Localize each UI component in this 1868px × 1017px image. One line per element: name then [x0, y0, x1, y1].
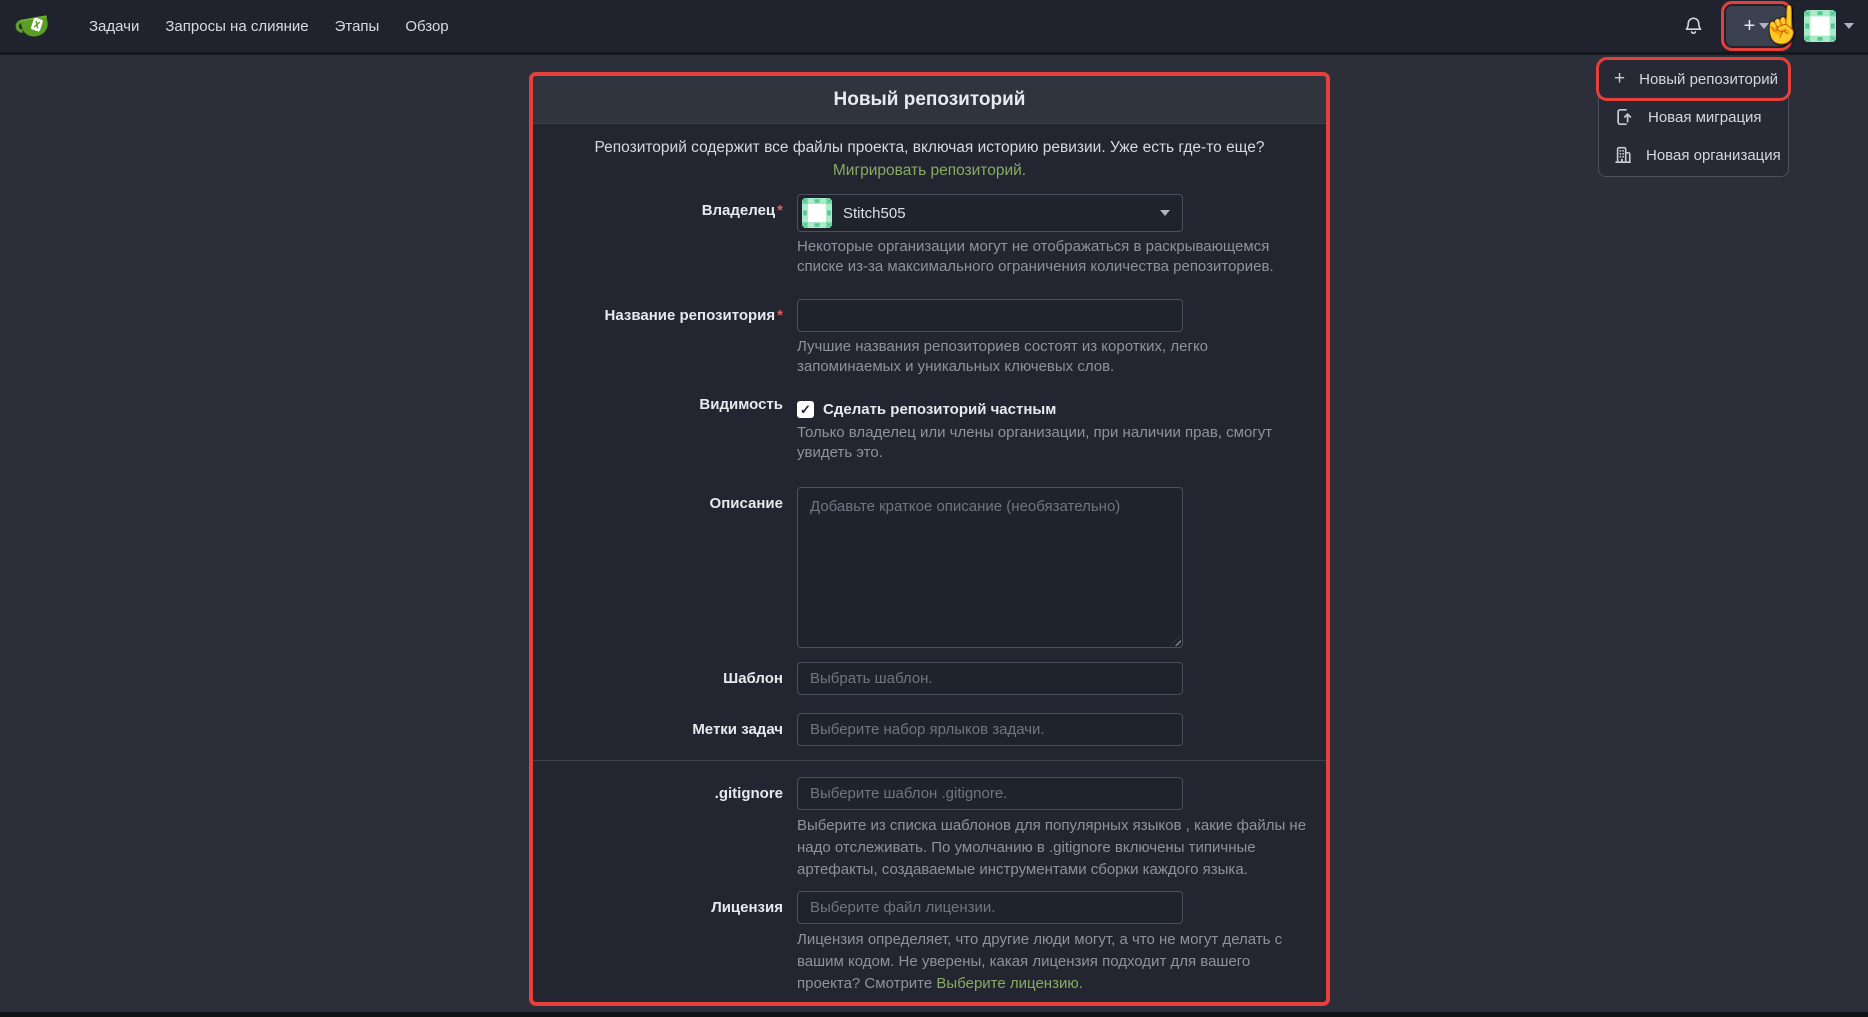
gitignore-field: Выберите из списка шаблонов для популярн… — [797, 777, 1312, 881]
choose-license-link[interactable]: Выберите лицензию. — [936, 975, 1082, 992]
menu-item-label: Новая миграция — [1648, 109, 1762, 126]
owner-label-text: Владелец — [702, 202, 775, 219]
plus-icon: + — [1614, 68, 1625, 90]
description-field — [797, 487, 1312, 648]
menu-item-new-repository[interactable]: + Новый репозиторий — [1599, 60, 1788, 98]
panel-title: Новый репозиторий — [533, 76, 1326, 124]
repo-name-input[interactable] — [797, 299, 1183, 332]
repo-name-label: Название репозитория* — [533, 299, 797, 377]
viewport-bottom-strip — [0, 1012, 1868, 1017]
plus-icon: + — [1744, 15, 1756, 38]
repo-name-row: Название репозитория* Лучшие названия ре… — [533, 299, 1326, 377]
migrate-repository-link[interactable]: Мигрировать репозиторий. — [833, 162, 1026, 179]
nav-link-milestones[interactable]: Этапы — [322, 18, 393, 35]
visibility-label: Видимость — [533, 395, 797, 463]
required-asterisk: * — [777, 307, 783, 324]
intro-text: Репозиторий содержит все файлы проекта, … — [568, 136, 1292, 182]
template-input[interactable] — [797, 662, 1183, 695]
nav-link-explore[interactable]: Обзор — [392, 18, 461, 35]
template-label: Шаблон — [533, 662, 797, 695]
owner-select[interactable]: Stitch505 — [797, 194, 1183, 232]
gitea-screen: Задачи Запросы на слияние Этапы Обзор + — [0, 0, 1868, 1017]
private-checkbox-line: ✓ Сделать репозиторий частным — [797, 401, 1312, 418]
owner-field: Stitch505 Некоторые организации могут не… — [797, 194, 1312, 277]
repo-name-help-text: Лучшие названия репозиториев состоят из … — [797, 337, 1307, 377]
chevron-down-icon — [1759, 23, 1769, 29]
user-avatar — [1804, 10, 1836, 42]
panel-body: Репозиторий содержит все файлы проекта, … — [533, 124, 1326, 995]
visibility-field: ✓ Сделать репозиторий частным Только вла… — [797, 395, 1312, 463]
menu-item-new-organization[interactable]: Новая организация — [1599, 136, 1788, 174]
visibility-row: Видимость ✓ Сделать репозиторий частным … — [533, 395, 1326, 463]
license-label: Лицензия — [533, 891, 797, 995]
user-avatar-menu[interactable] — [1804, 10, 1854, 42]
menu-item-new-migration[interactable]: Новая миграция — [1599, 98, 1788, 136]
navbar-right-group: + — [1683, 6, 1854, 46]
migration-icon — [1614, 108, 1634, 126]
chevron-down-icon — [1160, 210, 1170, 216]
owner-row: Владелец* — [533, 194, 1326, 277]
chevron-down-icon — [1844, 23, 1854, 29]
gitignore-row: .gitignore Выберите из списка шаблонов д… — [533, 777, 1326, 881]
private-checkbox-label[interactable]: Сделать репозиторий частным — [823, 401, 1056, 418]
issue-labels-label: Метки задач — [533, 713, 797, 746]
license-input[interactable] — [797, 891, 1183, 924]
license-row: Лицензия Лицензия определяет, что другие… — [533, 891, 1326, 995]
organization-icon — [1614, 146, 1632, 164]
menu-item-label: Новая организация — [1646, 147, 1781, 164]
private-checkbox[interactable]: ✓ — [797, 401, 814, 418]
menu-item-label: Новый репозиторий — [1639, 71, 1778, 88]
notifications-bell-icon[interactable] — [1683, 15, 1704, 37]
repo-name-field: Лучшие названия репозиториев состоят из … — [797, 299, 1312, 377]
license-field: Лицензия определяет, что другие люди мог… — [797, 891, 1312, 995]
repo-name-label-text: Название репозитория — [605, 307, 776, 324]
owner-label: Владелец* — [533, 194, 797, 277]
gitignore-label: .gitignore — [533, 777, 797, 881]
license-help-text: Лицензия определяет, что другие люди мог… — [797, 929, 1307, 995]
description-label: Описание — [533, 487, 797, 648]
intro-text-main: Репозиторий содержит все файлы проекта, … — [594, 139, 1264, 156]
owner-help-text: Некоторые организации могут не отображат… — [797, 237, 1307, 277]
template-row: Шаблон — [533, 662, 1326, 695]
gitignore-input[interactable] — [797, 777, 1183, 810]
required-asterisk: * — [777, 202, 783, 219]
create-new-button[interactable]: + — [1726, 6, 1787, 46]
description-textarea[interactable] — [797, 487, 1183, 648]
top-navbar: Задачи Запросы на слияние Этапы Обзор + — [0, 0, 1868, 55]
visibility-help-text: Только владелец или члены организации, п… — [797, 423, 1307, 463]
gitignore-help-text: Выберите из списка шаблонов для популярн… — [797, 815, 1307, 881]
issue-labels-input[interactable] — [797, 713, 1183, 746]
issue-labels-row: Метки задач — [533, 713, 1326, 746]
description-row: Описание — [533, 487, 1326, 648]
gitea-logo-icon[interactable] — [14, 10, 52, 42]
owner-selected-value: Stitch505 — [843, 205, 906, 222]
new-repository-panel: Новый репозиторий Репозиторий содержит в… — [529, 72, 1330, 1006]
issue-labels-field — [797, 713, 1312, 746]
section-divider — [533, 760, 1326, 761]
template-field — [797, 662, 1312, 695]
nav-link-issues[interactable]: Задачи — [76, 18, 152, 35]
create-new-dropdown-menu: + Новый репозиторий Новая миграция — [1598, 57, 1789, 177]
nav-link-pull-requests[interactable]: Запросы на слияние — [152, 18, 321, 35]
owner-avatar — [802, 198, 832, 228]
